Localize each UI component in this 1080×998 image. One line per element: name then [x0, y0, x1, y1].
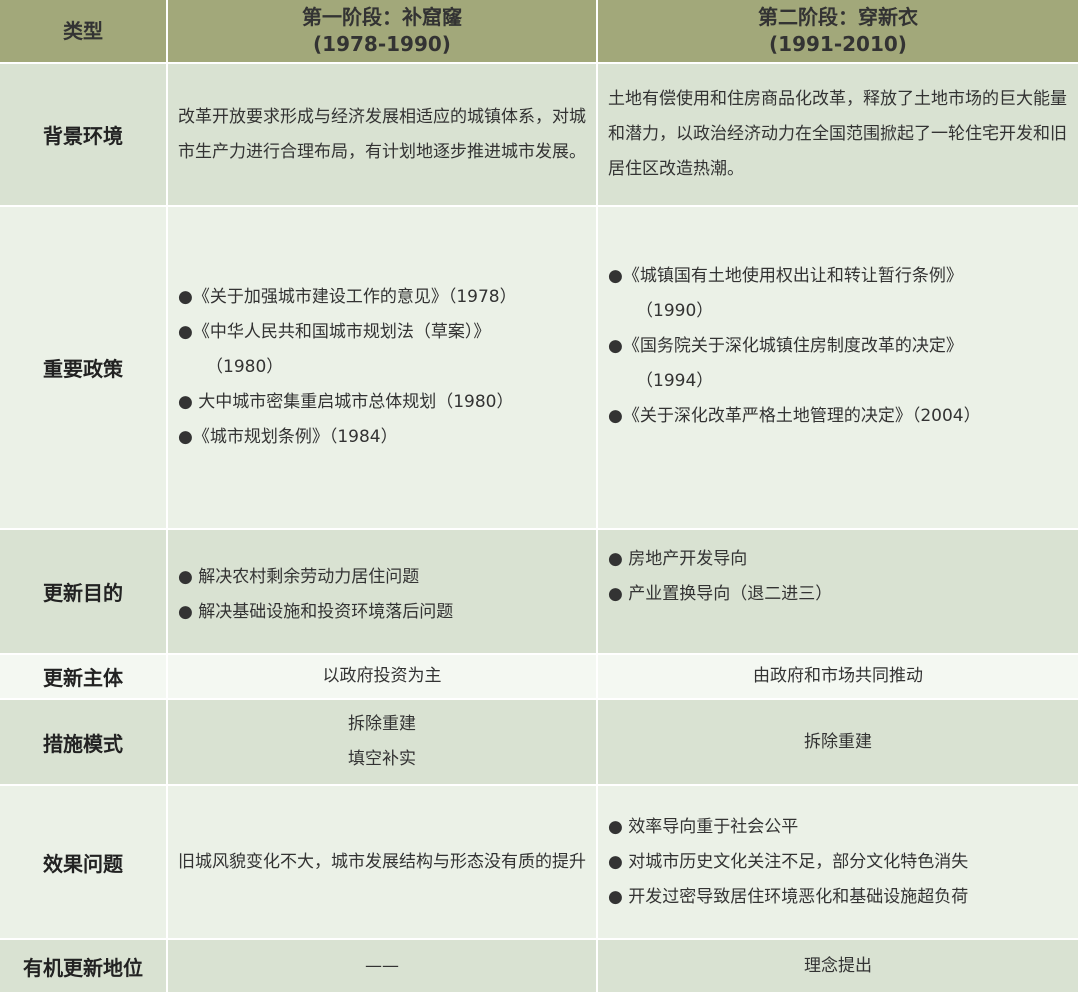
mode-stage2: 拆除重建 — [598, 700, 1080, 786]
goal-stage2: ● 房地产开发导向 ● 产业置换导向（退二进三） — [598, 530, 1080, 655]
row-subject: 更新主体 以政府投资为主 由政府和市场共同推动 — [0, 655, 1080, 700]
row-goal: 更新目的 ● 解决农村剩余劳动力居住问题 ● 解决基础设施和投资环境落后问题 ●… — [0, 530, 1080, 655]
status-stage2: 理念提出 — [598, 940, 1080, 994]
goal-stage2-item: ● 产业置换导向（退二进三） — [608, 584, 833, 604]
goal-stage2-item: ● 房地产开发导向 — [608, 549, 748, 569]
stage1-years: (1978-1990) — [313, 32, 451, 56]
policy-stage1-item: ●《关于加强城市建设工作的意见》（1978） — [178, 287, 517, 307]
policy-stage2-item: ●《城镇国有土地使用权出让和转让暂行条例》 — [608, 266, 963, 286]
row-label-subject: 更新主体 — [0, 655, 168, 700]
policy-stage1-item: ●《中华人民共和国城市规划法（草案）》 — [178, 322, 491, 342]
header-type: 类型 — [0, 0, 168, 64]
row-label-mode: 措施模式 — [0, 700, 168, 786]
effect-stage2-item: ● 开发过密导致居住环境恶化和基础设施超负荷 — [608, 886, 969, 907]
policy-stage1-item: ●《城市规划条例》（1984） — [178, 427, 398, 447]
subject-stage1: 以政府投资为主 — [168, 655, 598, 700]
mode-stage1-item: 填空补实 — [348, 749, 416, 769]
policy-stage1-item: ● 大中城市密集重启城市总体规划（1980） — [178, 392, 514, 412]
policy-stage2-item: （1994） — [636, 371, 714, 391]
row-label-background: 背景环境 — [0, 64, 168, 207]
comparison-table: 类型 第一阶段：补窟窿 (1978-1990) 第二阶段：穿新衣 (1991-2… — [0, 0, 1080, 994]
row-policy: 重要政策 ●《关于加强城市建设工作的意见》（1978） ●《中华人民共和国城市规… — [0, 207, 1080, 530]
row-label-goal: 更新目的 — [0, 530, 168, 655]
row-background: 背景环境 改革开放要求形成与经济发展相适应的城镇体系，对城市生产力进行合理布局，… — [0, 64, 1080, 207]
policy-stage1: ●《关于加强城市建设工作的意见》（1978） ●《中华人民共和国城市规划法（草案… — [168, 207, 598, 530]
background-stage2: 土地有偿使用和住房商品化改革，释放了土地市场的巨大能量和潜力，以政治经济动力在全… — [598, 64, 1080, 207]
mode-stage1: 拆除重建 填空补实 — [168, 700, 598, 786]
policy-stage2-item: （1990） — [636, 301, 714, 321]
effect-stage2: ● 效率导向重于社会公平 ● 对城市历史文化关注不足，部分文化特色消失 ● 开发… — [598, 786, 1080, 940]
policy-stage2-item: ●《国务院关于深化城镇住房制度改革的决定》 — [608, 336, 963, 356]
background-stage1: 改革开放要求形成与经济发展相适应的城镇体系，对城市生产力进行合理布局，有计划地逐… — [168, 64, 598, 207]
row-effect: 效果问题 旧城风貌变化不大，城市发展结构与形态没有质的提升 ● 效率导向重于社会… — [0, 786, 1080, 940]
header-stage1: 第一阶段：补窟窿 (1978-1990) — [168, 0, 598, 64]
row-label-effect: 效果问题 — [0, 786, 168, 940]
effect-stage2-item: ● 效率导向重于社会公平 — [608, 816, 799, 837]
header-row: 类型 第一阶段：补窟窿 (1978-1990) 第二阶段：穿新衣 (1991-2… — [0, 0, 1080, 64]
header-stage2: 第二阶段：穿新衣 (1991-2010) — [598, 0, 1080, 64]
stage2-title: 第二阶段：穿新衣 — [758, 5, 918, 29]
goal-stage1-item: ● 解决基础设施和投资环境落后问题 — [178, 601, 454, 622]
goal-stage1-item: ● 解决农村剩余劳动力居住问题 — [178, 566, 420, 587]
effect-stage1: 旧城风貌变化不大，城市发展结构与形态没有质的提升 — [168, 786, 598, 940]
policy-stage2: ●《城镇国有土地使用权出让和转让暂行条例》 （1990） ●《国务院关于深化城镇… — [598, 207, 1080, 530]
policy-stage1-item: （1980） — [206, 357, 284, 377]
subject-stage2: 由政府和市场共同推动 — [598, 655, 1080, 700]
goal-stage1: ● 解决农村剩余劳动力居住问题 ● 解决基础设施和投资环境落后问题 — [168, 530, 598, 655]
stage1-title: 第一阶段：补窟窿 — [302, 5, 462, 29]
row-label-status: 有机更新地位 — [0, 940, 168, 994]
status-stage1: —— — [168, 940, 598, 994]
stage2-years: (1991-2010) — [769, 32, 907, 56]
row-label-policy: 重要政策 — [0, 207, 168, 530]
policy-stage2-item: ●《关于深化改革严格土地管理的决定》（2004） — [608, 406, 981, 426]
mode-stage1-item: 拆除重建 — [348, 714, 416, 734]
row-mode: 措施模式 拆除重建 填空补实 拆除重建 — [0, 700, 1080, 786]
effect-stage2-item: ● 对城市历史文化关注不足，部分文化特色消失 — [608, 851, 969, 872]
row-status: 有机更新地位 —— 理念提出 — [0, 940, 1080, 994]
